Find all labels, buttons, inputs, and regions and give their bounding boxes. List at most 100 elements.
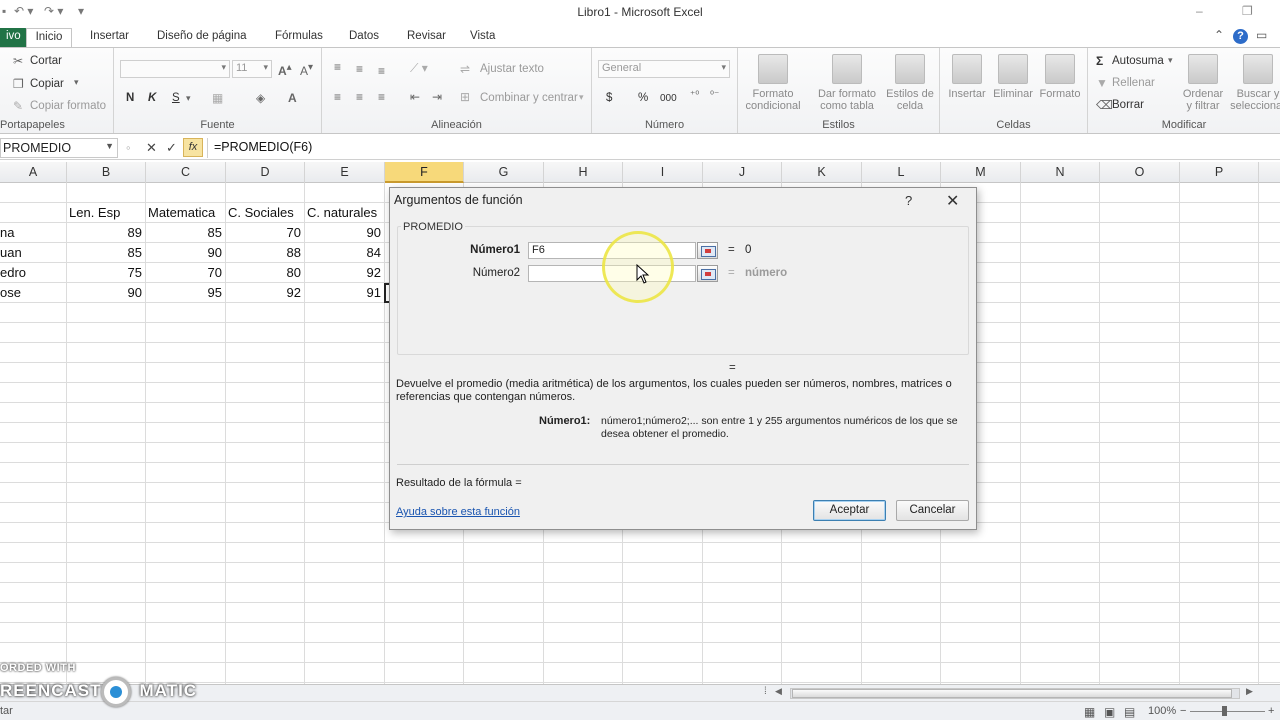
align-center-icon[interactable]: ≡	[356, 90, 363, 104]
column-header-selected[interactable]: F	[385, 162, 464, 183]
font-size-select[interactable]: 11 ▾	[232, 60, 272, 78]
dialog-close-icon[interactable]: ✕	[946, 191, 959, 211]
column-header[interactable]: H	[544, 162, 623, 183]
orientation-icon[interactable]: ⟋ ▾	[410, 61, 428, 76]
tab-formulas[interactable]: Fórmulas	[267, 28, 331, 47]
column-header[interactable]: M	[941, 162, 1021, 183]
column-header[interactable]: J	[703, 162, 782, 183]
insert-cells-button[interactable]: Insertar	[944, 54, 990, 100]
tab-review[interactable]: Revisar	[399, 28, 454, 47]
font-color-icon[interactable]: A	[288, 91, 297, 105]
name-cell[interactable]: edro	[0, 263, 66, 283]
italic-button[interactable]: K	[148, 92, 156, 104]
align-bottom-icon[interactable]: ≡	[378, 64, 385, 78]
find-select-button[interactable]: Buscar yseleccionar	[1228, 54, 1280, 112]
zoom-level[interactable]: 100%	[1148, 705, 1176, 717]
align-right-icon[interactable]: ≡	[378, 90, 385, 104]
copy-button[interactable]: Copiar	[30, 78, 64, 90]
align-left-icon[interactable]: ≡	[334, 90, 341, 104]
chevron-down-icon[interactable]: ▾	[74, 77, 79, 88]
expand-icon[interactable]: ◦	[126, 140, 131, 155]
column-header[interactable]: C	[146, 162, 226, 183]
column-header[interactable]: P	[1180, 162, 1259, 183]
grade-cell[interactable]: 92	[304, 263, 384, 283]
scrollbar-thumb[interactable]	[792, 689, 1232, 698]
grade-cell[interactable]: 70	[225, 223, 304, 243]
header-cell[interactable]: Len. Esp	[66, 203, 146, 223]
grade-cell[interactable]: 95	[145, 283, 225, 303]
percent-button[interactable]: %	[638, 92, 648, 104]
autosum-button[interactable]: Autosuma	[1112, 55, 1164, 67]
cut-button[interactable]: Cortar	[30, 55, 62, 67]
restore-icon[interactable]: ❐	[1242, 4, 1253, 18]
name-cell[interactable]: ose	[0, 283, 66, 303]
chevron-down-icon[interactable]: ▾	[579, 92, 584, 103]
shrink-font-icon[interactable]: A▾	[300, 62, 313, 78]
tab-home[interactable]: Inicio	[26, 28, 72, 47]
zoom-slider-thumb[interactable]	[1222, 706, 1227, 716]
grade-cell[interactable]: 84	[304, 243, 384, 263]
name-cell[interactable]: uan	[0, 243, 66, 263]
decrease-decimal-icon[interactable]: ⁰⁻	[710, 90, 719, 101]
page-layout-view-icon[interactable]: ▣	[1104, 705, 1115, 719]
sort-filter-button[interactable]: Ordenar y filtrar	[1176, 54, 1230, 112]
format-painter-button[interactable]: Copiar formato	[30, 100, 106, 112]
enter-icon[interactable]: ✓	[166, 140, 177, 156]
header-cell[interactable]: C. Sociales	[225, 203, 305, 223]
column-header[interactable]: L	[862, 162, 941, 183]
font-family-select[interactable]: ▾	[120, 60, 230, 78]
function-help-link[interactable]: Ayuda sobre esta función	[396, 506, 520, 518]
column-header[interactable]: N	[1021, 162, 1100, 183]
split-handle-icon[interactable]: ⁞	[764, 686, 767, 697]
help-icon[interactable]: ?	[1233, 28, 1248, 44]
tab-file[interactable]: ivo	[0, 28, 27, 47]
column-header[interactable]: O	[1100, 162, 1180, 183]
grade-cell[interactable]: 88	[225, 243, 304, 263]
column-header[interactable]: B	[67, 162, 146, 183]
thousands-button[interactable]: 000	[660, 93, 677, 104]
grade-cell[interactable]: 91	[304, 283, 384, 303]
column-header[interactable]: D	[226, 162, 305, 183]
ok-button[interactable]: Aceptar	[813, 500, 886, 521]
grade-cell[interactable]: 85	[66, 243, 145, 263]
currency-button[interactable]: $	[606, 92, 612, 104]
scroll-left-icon[interactable]: ◀	[775, 686, 782, 697]
tab-view[interactable]: Vista	[462, 28, 503, 47]
increase-indent-icon[interactable]: ⇥	[432, 90, 442, 104]
dialog-help-icon[interactable]: ?	[905, 193, 912, 208]
collapse-dialog-icon[interactable]	[697, 265, 718, 282]
grade-cell[interactable]: 89	[66, 223, 145, 243]
column-header[interactable]: I	[623, 162, 703, 183]
horizontal-scrollbar[interactable]	[790, 688, 1240, 699]
borders-icon[interactable]: ▦	[212, 91, 223, 105]
grade-cell[interactable]: 85	[145, 223, 225, 243]
format-cells-button[interactable]: Formato	[1036, 54, 1084, 100]
page-break-view-icon[interactable]: ▤	[1124, 705, 1135, 719]
header-cell[interactable]: C. naturales	[304, 203, 386, 223]
merge-center-button[interactable]: Combinar y centrar	[480, 92, 578, 104]
normal-view-icon[interactable]: ▦	[1084, 705, 1095, 719]
column-header[interactable]: G	[464, 162, 544, 183]
bold-button[interactable]: N	[126, 92, 134, 104]
chevron-down-icon[interactable]: ▾	[1168, 55, 1173, 66]
format-as-table-button[interactable]: Dar formato como tabla	[812, 54, 882, 112]
grade-cell[interactable]: 80	[225, 263, 304, 283]
cell-styles-button[interactable]: Estilos de celda	[882, 54, 938, 112]
chevron-down-icon[interactable]: ▾	[186, 93, 191, 104]
zoom-in-icon[interactable]: +	[1268, 705, 1274, 717]
column-header[interactable]: K	[782, 162, 862, 183]
align-top-icon[interactable]: ≡	[334, 60, 341, 74]
underline-button[interactable]: S	[172, 92, 180, 104]
formula-input[interactable]: =PROMEDIO(F6)	[207, 138, 1280, 158]
column-header[interactable]: A	[0, 162, 67, 183]
zoom-out-icon[interactable]: −	[1180, 705, 1186, 717]
tab-data[interactable]: Datos	[341, 28, 387, 47]
scroll-right-icon[interactable]: ▶	[1246, 686, 1253, 697]
number-format-select[interactable]: General ▾	[598, 60, 730, 78]
grade-cell[interactable]: 70	[145, 263, 225, 283]
tab-page-layout[interactable]: Diseño de página	[149, 28, 255, 47]
cancel-button[interactable]: Cancelar	[896, 500, 969, 521]
increase-decimal-icon[interactable]: ⁺⁰	[690, 90, 699, 101]
cancel-icon[interactable]: ✕	[146, 140, 157, 156]
minimize-icon[interactable]: –	[1196, 4, 1203, 18]
